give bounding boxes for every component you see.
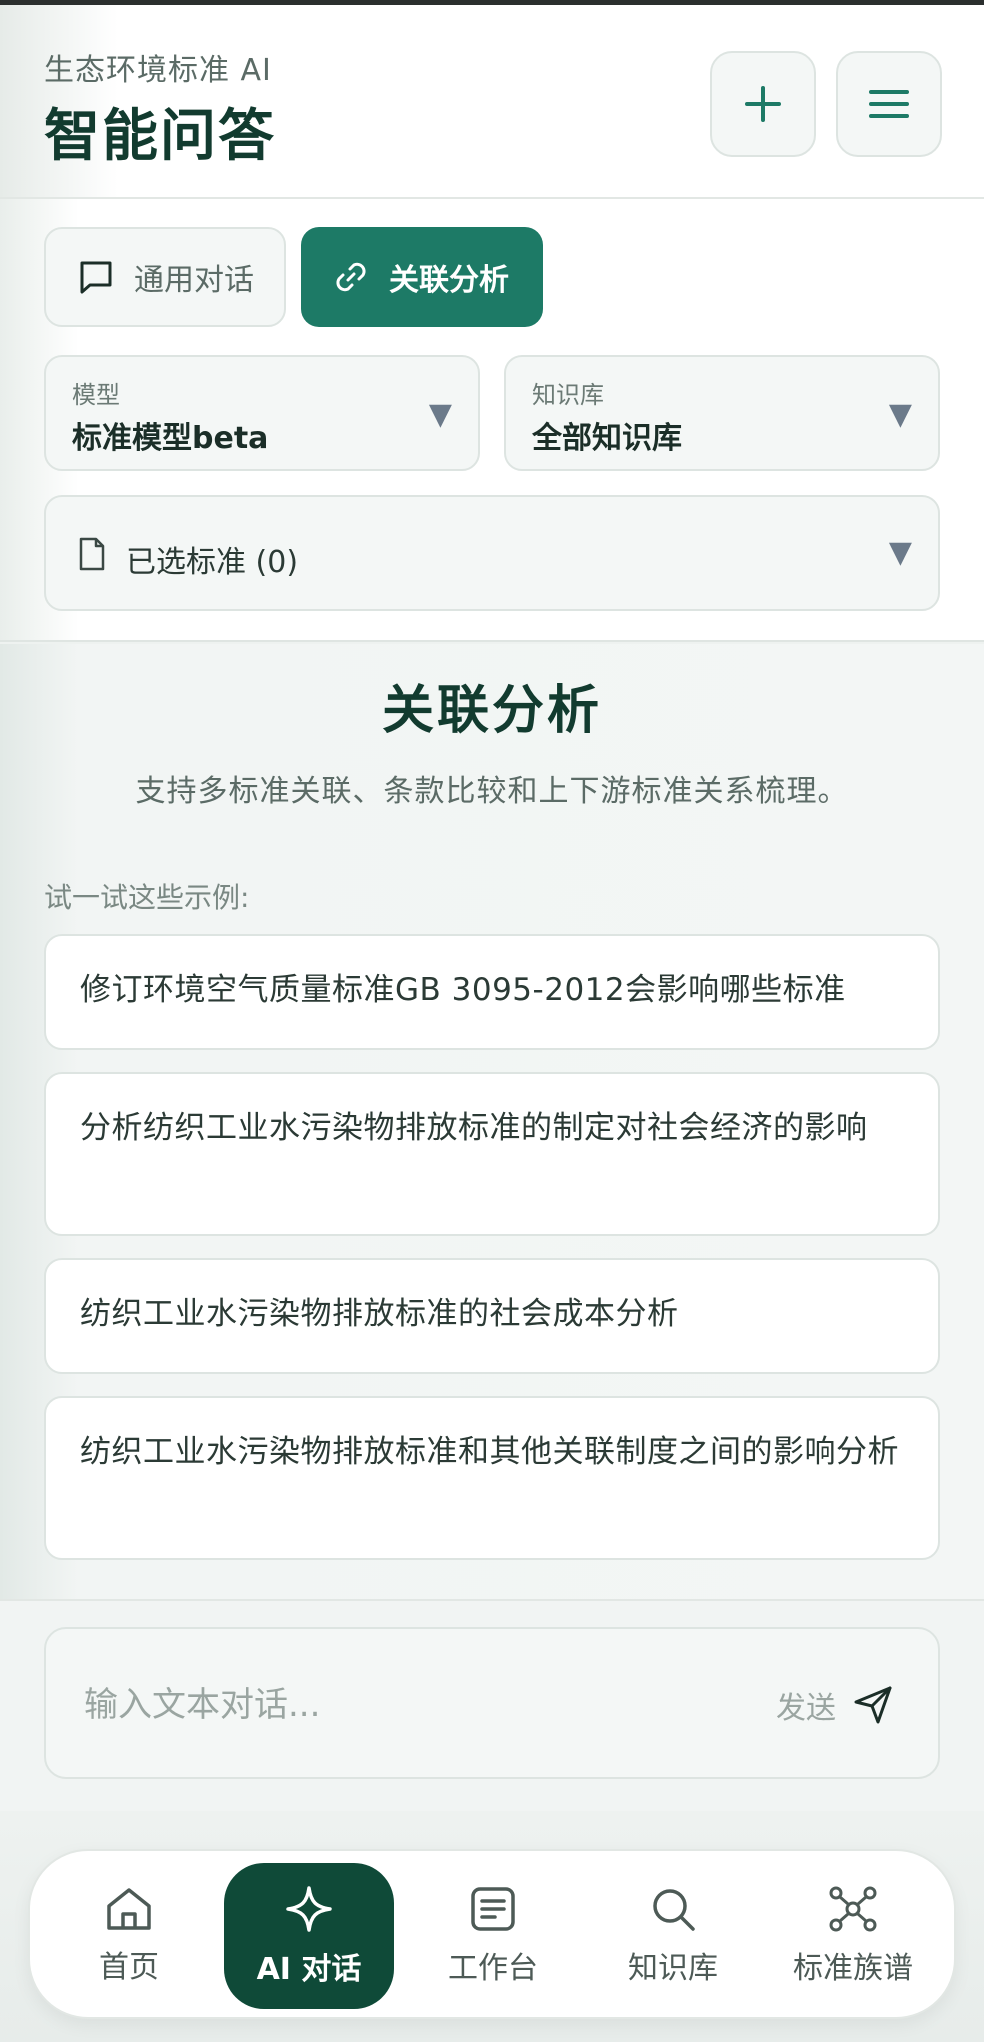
controls-panel: 通用对话 关联分析 模型 标准模型beta ▼ 知识库 全部知识库 ▼ 已选标准… — [0, 199, 984, 642]
example-prompt[interactable]: 修订环境空气质量标准GB 3095-2012会影响哪些标准 — [44, 934, 940, 1050]
chat-bubble-icon — [80, 261, 112, 294]
input-area: 发送 — [0, 1599, 984, 1811]
tab-general-chat[interactable]: 通用对话 — [44, 227, 286, 327]
main-content: 关联分析 支持多标准关联、条款比较和上下游标准关系梳理。 试一试这些示例: 修订… — [0, 644, 984, 1599]
app-subtitle: 生态环境标准 AI — [44, 53, 272, 88]
sparkle-icon — [286, 1886, 332, 1932]
nav-label: 工作台 — [448, 1951, 538, 1986]
model-select-label: 模型 — [72, 381, 120, 409]
bottom-nav-area: 首页 AI 对话 工作台 知识库 标准族谱 — [0, 1811, 984, 2042]
menu-button[interactable] — [836, 51, 942, 157]
send-icon — [854, 1686, 892, 1724]
send-label: 发送 — [776, 1691, 836, 1726]
caret-down-icon: ▼ — [428, 397, 452, 432]
nav-item-ai-chat[interactable]: AI 对话 — [224, 1863, 394, 2009]
nav-item-home[interactable]: 首页 — [44, 1863, 214, 2009]
network-icon — [829, 1886, 877, 1932]
page-title: 智能问答 — [44, 104, 276, 169]
model-select[interactable]: 模型 标准模型beta ▼ — [44, 355, 480, 471]
nav-label: AI 对话 — [256, 1952, 362, 1987]
example-prompt[interactable]: 分析纺织工业水污染物排放标准的制定对社会经济的影响 — [44, 1072, 940, 1236]
kb-select-value: 全部知识库 — [532, 421, 682, 456]
examples-label: 试一试这些示例: — [44, 881, 250, 914]
chat-input[interactable] — [84, 1677, 724, 1733]
header: 生态环境标准 AI 智能问答 — [0, 5, 984, 199]
link-icon — [336, 262, 366, 292]
caret-down-icon: ▼ — [888, 535, 912, 570]
nav-label: 知识库 — [628, 1951, 718, 1986]
home-icon — [107, 1888, 151, 1930]
send-button[interactable]: 发送 — [776, 1677, 894, 1733]
example-prompt[interactable]: 纺织工业水污染物排放标准的社会成本分析 — [44, 1258, 940, 1374]
nav-item-knowledge-base[interactable]: 知识库 — [588, 1863, 758, 2009]
selected-standards-select[interactable]: 已选标准 (0) ▼ — [44, 495, 940, 611]
chat-input-box: 发送 — [44, 1627, 940, 1779]
document-icon — [79, 537, 105, 571]
kb-select-label: 知识库 — [532, 381, 604, 409]
mode-description: 支持多标准关联、条款比较和上下游标准关系梳理。 — [135, 774, 849, 809]
bottom-nav: 首页 AI 对话 工作台 知识库 标准族谱 — [28, 1849, 956, 2019]
tab-general-label: 通用对话 — [134, 263, 254, 298]
workbench-icon — [471, 1887, 515, 1931]
selected-standards-label: 已选标准 (0) — [126, 545, 299, 580]
example-prompt[interactable]: 纺织工业水污染物排放标准和其他关联制度之间的影响分析 — [44, 1396, 940, 1560]
new-chat-button[interactable] — [710, 51, 816, 157]
mode-title: 关联分析 — [381, 681, 602, 741]
nav-label: 首页 — [99, 1950, 159, 1985]
hamburger-icon — [869, 90, 909, 118]
page: 生态环境标准 AI 智能问答 通用对话 关联分析 模型 标准模型beta ▼ 知… — [0, 0, 984, 2042]
tab-related-analysis[interactable]: 关联分析 — [301, 227, 543, 327]
nav-item-workbench[interactable]: 工作台 — [408, 1863, 578, 2009]
plus-icon — [745, 86, 781, 122]
tab-related-label: 关联分析 — [389, 263, 509, 298]
nav-item-standard-family[interactable]: 标准族谱 — [768, 1863, 938, 2009]
search-icon — [653, 1889, 695, 1931]
model-select-value: 标准模型beta — [72, 421, 269, 456]
caret-down-icon: ▼ — [888, 397, 912, 432]
knowledge-base-select[interactable]: 知识库 全部知识库 ▼ — [504, 355, 940, 471]
nav-label: 标准族谱 — [793, 1951, 913, 1986]
